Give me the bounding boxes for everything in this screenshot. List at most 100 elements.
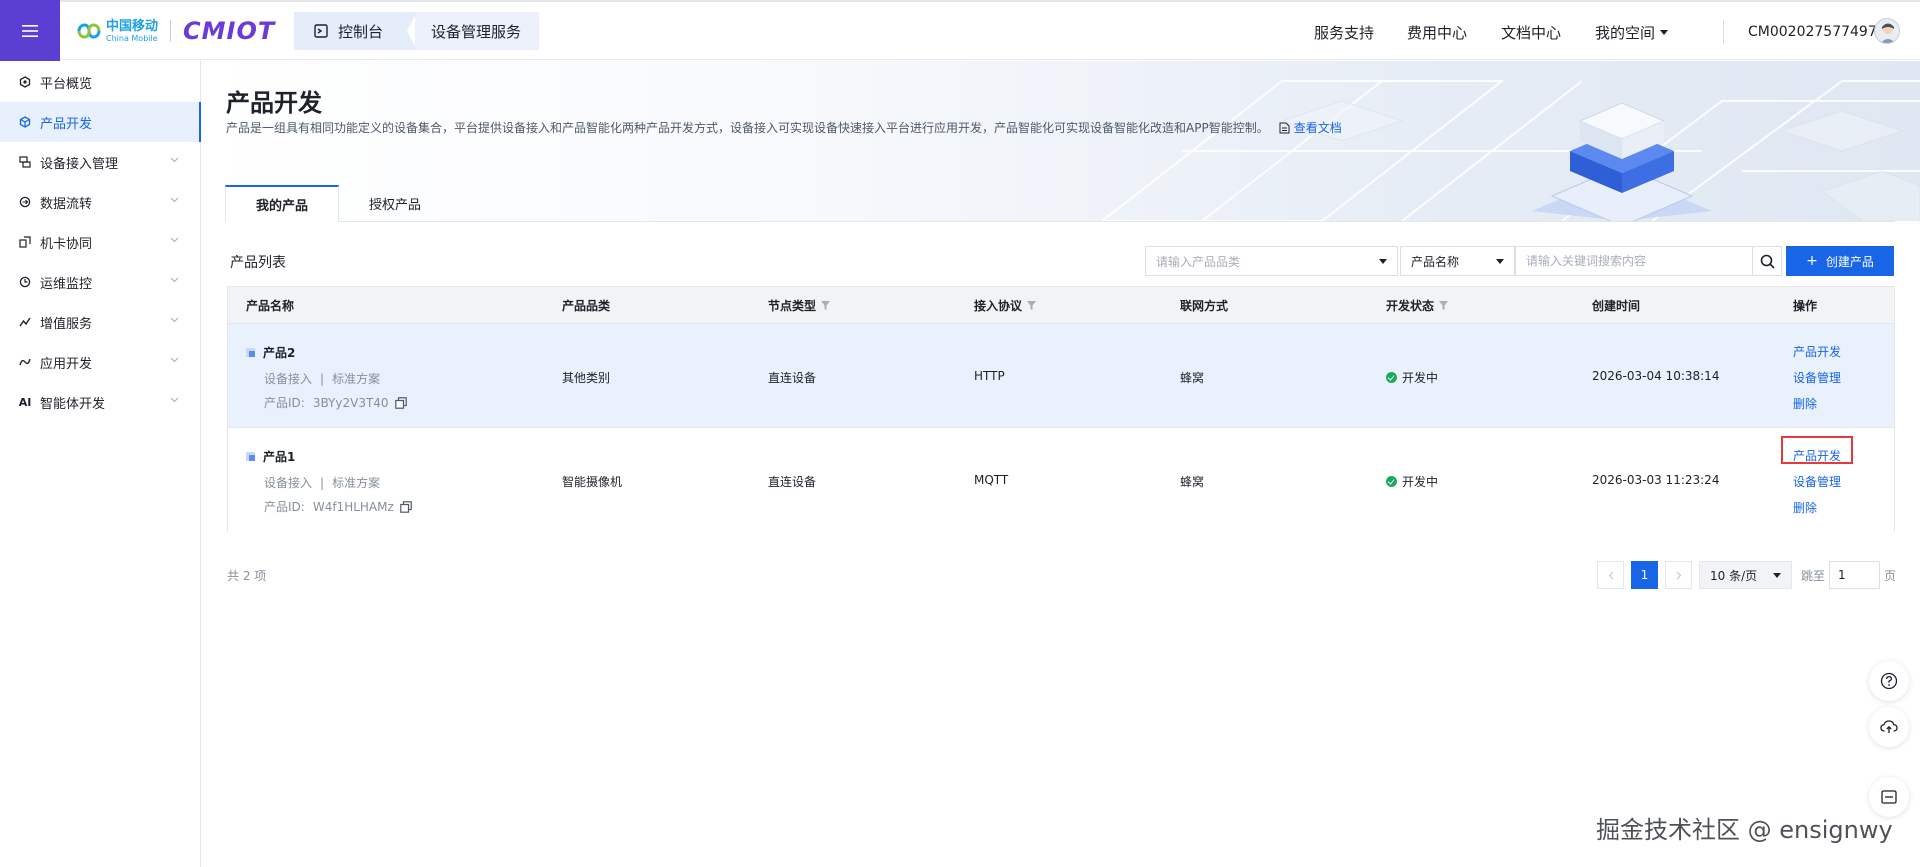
separator: |	[320, 372, 325, 386]
filter-icon[interactable]	[1439, 301, 1449, 310]
filter-icon[interactable]	[1027, 301, 1037, 310]
product-dev-link[interactable]: 产品开发	[1793, 343, 1841, 360]
dev-status: 开发中	[1386, 369, 1438, 386]
delete-link[interactable]: 删除	[1793, 395, 1817, 412]
chevron-right-icon	[1676, 571, 1681, 579]
create-product-button[interactable]: + 创建产品	[1786, 246, 1894, 276]
logo-cn: 中国移动	[106, 18, 159, 34]
sidebar-item-product-dev[interactable]: 产品开发	[0, 102, 201, 142]
access-type: 设备接入	[264, 372, 313, 386]
user-divider	[1723, 20, 1724, 44]
nav-my-space[interactable]: 我的空间	[1595, 2, 1669, 62]
column-header-label: 创建时间	[1592, 299, 1641, 313]
sidebar-item-app-dev[interactable]: 应用开发	[0, 342, 201, 382]
next-page-button[interactable]	[1665, 561, 1692, 589]
column-header-label: 联网方式	[1180, 299, 1229, 313]
avatar[interactable]	[1874, 18, 1900, 44]
page-number-button[interactable]: 1	[1631, 561, 1658, 589]
page-description-text: 产品是一组具有相同功能定义的设备集合，平台提供设备接入和产品智能化两种产品开发方…	[226, 121, 1269, 135]
category-select[interactable]: 请输入产品品类	[1145, 246, 1398, 276]
highlight-annotation	[1781, 436, 1853, 464]
search-button[interactable]	[1752, 246, 1782, 276]
nav-billing[interactable]: 费用中心	[1407, 2, 1467, 62]
card-sync-icon	[18, 235, 32, 249]
nav-service-support-label: 服务支持	[1314, 23, 1375, 42]
sidebar-item-data-flow[interactable]: 数据流转	[0, 182, 201, 222]
sidebar-item-device-access[interactable]: 设备接入管理	[0, 142, 201, 182]
sidebar-item-label: 机卡协同	[40, 236, 93, 252]
access-protocol: MQTT	[974, 473, 1009, 487]
page-size-select[interactable]: 10 条/页	[1699, 561, 1792, 589]
column-header-actions: 操作	[1793, 287, 1817, 324]
scheme-type: 标准方案	[332, 372, 381, 386]
device-manage-link[interactable]: 设备管理	[1793, 473, 1841, 490]
tabs: 我的产品 授权产品	[225, 185, 451, 222]
table-header: 产品名称 产品品类 节点类型 接入协议 联网方式 开发状态 创建时间 操作	[228, 287, 1894, 324]
logo-en: China Mobile	[106, 33, 158, 43]
cloud-upload-button[interactable]	[1869, 707, 1909, 747]
search-field-select[interactable]: 产品名称	[1400, 246, 1515, 276]
menu-toggle-button[interactable]	[0, 0, 60, 61]
product-name[interactable]: 产品1	[246, 448, 295, 465]
tab-my-products[interactable]: 我的产品	[225, 185, 340, 222]
chevron-down-icon	[170, 397, 179, 403]
copy-icon[interactable]	[394, 396, 407, 409]
sidebar-item-monitor[interactable]: 运维监控	[0, 262, 201, 302]
column-header-label: 操作	[1793, 299, 1818, 313]
device-manage-link[interactable]: 设备管理	[1793, 369, 1841, 386]
breadcrumb-console-label: 控制台	[338, 22, 384, 41]
logo[interactable]: 中国移动 China Mobile CMIOT	[76, 17, 275, 45]
create-product-label: 创建产品	[1825, 254, 1874, 269]
check-circle-icon	[1386, 372, 1397, 383]
view-docs-link[interactable]: 查看文档	[1279, 119, 1342, 136]
sidebar-item-value-added[interactable]: 增值服务	[0, 302, 201, 342]
product-id-value: W4f1HLHAMz	[312, 499, 394, 514]
chevron-down-icon	[170, 157, 179, 163]
tab-divider	[225, 221, 1895, 222]
dev-status-text: 开发中	[1402, 371, 1439, 385]
nav-service-support[interactable]: 服务支持	[1314, 2, 1374, 62]
banner-illustration	[1100, 80, 1920, 221]
device-access-icon	[18, 155, 32, 169]
china-mobile-logo-icon	[77, 23, 101, 39]
jump-page-input[interactable]	[1829, 561, 1880, 589]
keyword-search-input[interactable]	[1515, 246, 1753, 276]
sidebar-item-ai-agent[interactable]: AI 智能体开发	[0, 382, 201, 422]
watermark: 掘金技术社区 @ ensignwy	[1596, 816, 1893, 844]
created-time: 2026-03-04 10:38:14	[1592, 369, 1720, 383]
page-size-value: 10 条/页	[1710, 568, 1758, 583]
nav-docs-label: 文档中心	[1501, 23, 1562, 42]
product-name[interactable]: 产品2	[246, 344, 295, 361]
breadcrumb: 控制台 设备管理服务	[294, 12, 540, 50]
sidebar-item-overview[interactable]: 平台概览	[0, 62, 201, 102]
breadcrumb-device-service[interactable]: 设备管理服务	[415, 12, 540, 50]
chevron-down-icon	[170, 277, 179, 283]
chevron-down-icon	[1773, 572, 1781, 578]
chevron-down-icon	[170, 197, 179, 203]
scheme-type: 标准方案	[332, 476, 381, 490]
sidebar-item-card-sync[interactable]: 机卡协同	[0, 222, 201, 262]
sidebar-item-label: 数据流转	[40, 196, 93, 212]
nav-docs[interactable]: 文档中心	[1501, 2, 1561, 62]
column-header-category: 产品品类	[562, 287, 610, 324]
delete-link[interactable]: 删除	[1793, 499, 1817, 516]
created-time: 2026-03-03 11:23:24	[1592, 473, 1720, 487]
hamburger-icon	[22, 24, 38, 37]
product-icon	[246, 452, 255, 461]
breadcrumb-console[interactable]: 控制台	[294, 12, 417, 50]
username[interactable]: CM002027577497	[1748, 2, 1877, 62]
filter-icon[interactable]	[821, 301, 831, 310]
product-table: 产品名称 产品品类 节点类型 接入协议 联网方式 开发状态 创建时间 操作 产品…	[227, 286, 1895, 532]
copy-icon[interactable]	[399, 500, 412, 513]
view-docs-label: 查看文档	[1293, 121, 1342, 135]
ai-icon: AI	[18, 395, 32, 409]
chevron-down-icon	[1660, 29, 1669, 35]
column-header-status: 开发状态	[1386, 287, 1449, 324]
tab-authorized-products[interactable]: 授权产品	[339, 185, 451, 222]
search-field-select-value: 产品名称	[1411, 254, 1460, 269]
help-button[interactable]	[1869, 661, 1909, 701]
network-type: 蜂窝	[1180, 475, 1205, 489]
prev-page-button[interactable]	[1597, 561, 1624, 589]
product-name-text: 产品1	[263, 450, 296, 464]
column-header-label: 产品品类	[562, 299, 611, 313]
